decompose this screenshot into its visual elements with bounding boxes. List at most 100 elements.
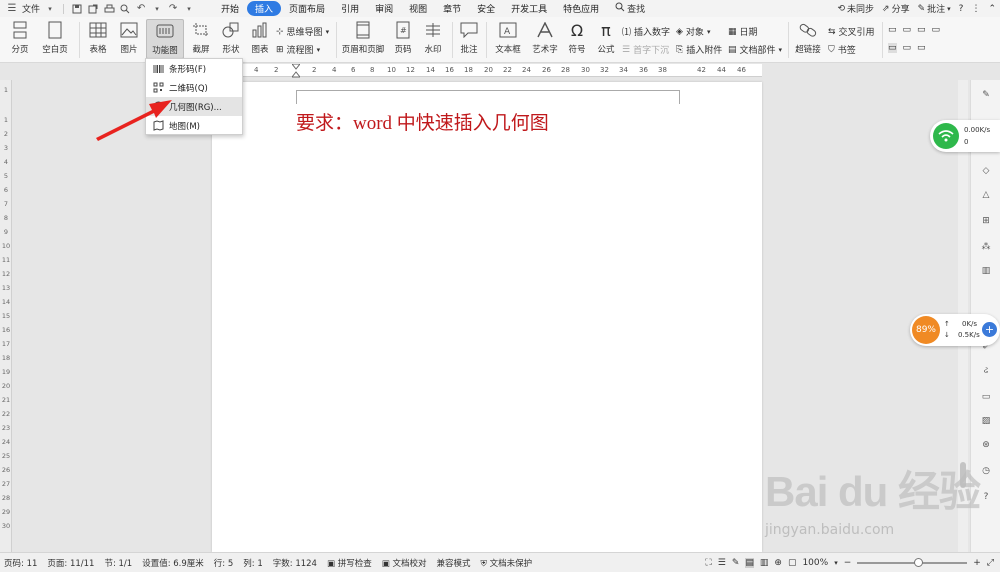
network-widget[interactable]: 0.00K/s 0	[930, 120, 1000, 152]
view-icon[interactable]: ▭	[917, 43, 926, 53]
document-page[interactable]: 要求：word 中快速插入几何图	[212, 82, 762, 552]
apps-icon[interactable]: ⁂	[979, 240, 993, 254]
preview-icon[interactable]	[119, 3, 131, 15]
status-word-count[interactable]: 字数: 1124	[273, 557, 317, 569]
chart-icon[interactable]: ▥	[979, 264, 993, 278]
status-setting[interactable]: 设置值: 6.9厘米	[142, 557, 204, 569]
zoom-value[interactable]: 100%	[802, 558, 828, 568]
print-icon[interactable]	[103, 3, 115, 15]
search-command[interactable]: 查找	[615, 2, 645, 15]
hyperlink-button[interactable]: 超链接	[792, 17, 824, 55]
art-text-button[interactable]: 艺术字	[530, 17, 560, 55]
tab-features[interactable]: 特色应用	[555, 1, 607, 16]
comment-insert-button[interactable]: 批注	[456, 17, 482, 55]
page-number-button[interactable]: # 页码	[390, 17, 416, 55]
vertical-ruler[interactable]: 1 1 2 3 4 5 6 7 8 9 10 11 12 13 14 15 16…	[0, 80, 12, 552]
zoom-out-button[interactable]: −	[844, 558, 852, 568]
view-icon[interactable]: ▭	[888, 43, 897, 53]
read-view-icon[interactable]: ▥	[760, 558, 769, 568]
menu-item-barcode[interactable]: 条形码(F)	[146, 59, 242, 78]
textbox-button[interactable]: A 文本框	[490, 17, 526, 55]
tab-developer[interactable]: 开发工具	[503, 1, 555, 16]
formula-button[interactable]: π 公式	[594, 17, 618, 56]
pen-icon[interactable]: ✎	[979, 88, 993, 102]
triangle-icon[interactable]: △	[979, 188, 993, 202]
doc-protect-button[interactable]: ⛨ 文档未保护	[480, 557, 532, 569]
cross-ref-button[interactable]: ⇆ 交叉引用	[828, 25, 875, 39]
focus-view-icon[interactable]: ▢	[788, 558, 797, 568]
draw-icon[interactable]: ✎	[732, 558, 740, 568]
outline-view-icon[interactable]: ☰	[718, 558, 726, 568]
more-icon[interactable]: ⋮	[971, 4, 980, 14]
watermark-button[interactable]: 水印	[420, 17, 446, 55]
insert-attachment-button[interactable]: ⎘ 插入附件	[676, 43, 722, 57]
page-view-icon[interactable]: ▤	[745, 558, 754, 568]
date-button[interactable]: ▦ 日期	[728, 25, 758, 39]
shapes-button[interactable]: 形状	[218, 17, 244, 55]
table-button[interactable]: 表格	[84, 17, 112, 55]
tab-references[interactable]: 引用	[333, 1, 367, 16]
view-icon[interactable]: ▭	[903, 25, 912, 35]
mind-map-button[interactable]: ⊹ 思维导图 ▾	[276, 25, 329, 39]
share-button[interactable]: ⇗ 分享	[882, 2, 910, 16]
tab-home[interactable]: 开始	[213, 1, 247, 16]
redo-icon[interactable]: ↷	[167, 3, 179, 15]
sync-button[interactable]: ⟲ 未同步	[837, 2, 874, 16]
zoom-in-button[interactable]: +	[973, 558, 981, 568]
save-icon[interactable]	[71, 3, 83, 15]
help-button[interactable]: ?	[959, 4, 964, 14]
status-pages[interactable]: 页面: 11/11	[47, 557, 94, 569]
picture-button[interactable]: 图片	[116, 17, 142, 55]
tab-security[interactable]: 安全	[469, 1, 503, 16]
zoom-slider-knob[interactable]	[913, 558, 923, 567]
shapes-icon[interactable]: ◇	[979, 164, 993, 178]
hamburger-icon[interactable]: ☰	[6, 3, 18, 15]
speed-widget[interactable]: 89% ↑ 0K/s ↓ 0.5K/s +	[910, 314, 1000, 346]
export-icon[interactable]	[87, 3, 99, 15]
translate-icon[interactable]: ઢ	[979, 364, 993, 378]
comment-button[interactable]: ✎ 批注 ▾	[918, 2, 951, 16]
menu-item-qrcode[interactable]: 二维码(Q)	[146, 78, 242, 97]
bookmark-button[interactable]: ⛉ 书签	[828, 43, 856, 57]
chart-button[interactable]: 图表	[248, 17, 272, 55]
header-footer-button[interactable]: 页眉和页脚	[340, 17, 386, 55]
file-menu[interactable]: 文件	[22, 2, 40, 15]
symbol-button[interactable]: Ω 符号	[564, 17, 590, 56]
tab-view[interactable]: 视图	[401, 1, 435, 16]
download-icon[interactable]: ⊛	[979, 438, 993, 452]
fit-page-icon[interactable]: ⤢	[987, 558, 994, 568]
document-title-text[interactable]: 要求：word 中快速插入几何图	[296, 108, 549, 135]
chevron-down-icon[interactable]: ▾	[151, 3, 163, 15]
doc-parts-button[interactable]: ▤ 文档部件 ▾	[728, 43, 782, 57]
object-button[interactable]: ◈ 对象 ▾	[676, 25, 710, 39]
status-page-code[interactable]: 页码: 11	[4, 557, 37, 569]
page-break-button[interactable]: 分页	[6, 17, 34, 55]
status-section[interactable]: 节: 1/1	[104, 557, 132, 569]
undo-icon[interactable]: ↶	[135, 3, 147, 15]
status-col[interactable]: 列: 1	[243, 557, 262, 569]
doc-proof-button[interactable]: ▣ 文档校对	[382, 557, 427, 569]
tab-insert[interactable]: 插入	[247, 1, 282, 16]
screenshot-button[interactable]: 截屏	[188, 17, 214, 55]
plus-icon[interactable]: +	[982, 322, 997, 337]
view-icon[interactable]: ▭	[903, 43, 912, 53]
view-icon[interactable]: ▭	[917, 25, 926, 35]
fullscreen-icon[interactable]: ⛶	[705, 558, 711, 568]
drop-cap-button[interactable]: ☰ 首字下沉	[622, 43, 669, 57]
flowchart-button[interactable]: ⊞ 流程图 ▾	[276, 43, 320, 57]
tab-section[interactable]: 章节	[435, 1, 469, 16]
tab-review[interactable]: 审阅	[367, 1, 401, 16]
spell-check-button[interactable]: ▣ 拼写检查	[327, 557, 372, 569]
status-row[interactable]: 行: 5	[214, 557, 233, 569]
collapse-ribbon-icon[interactable]: ⌃	[988, 4, 996, 14]
function-chart-button[interactable]: 功能图	[146, 19, 184, 59]
tab-page-layout[interactable]: 页面布局	[281, 1, 333, 16]
zoom-slider[interactable]	[857, 558, 968, 567]
blank-page-button[interactable]: 空白页	[38, 17, 72, 55]
help-icon[interactable]: ?	[979, 490, 993, 504]
chevron-down-icon[interactable]: ▾	[834, 559, 838, 567]
view-icon[interactable]: ▭	[888, 25, 897, 35]
chevron-down-icon[interactable]: ▾	[183, 3, 195, 15]
time-icon[interactable]: ◷	[979, 464, 993, 478]
insert-number-button[interactable]: ⑴ 插入数字	[622, 25, 670, 38]
